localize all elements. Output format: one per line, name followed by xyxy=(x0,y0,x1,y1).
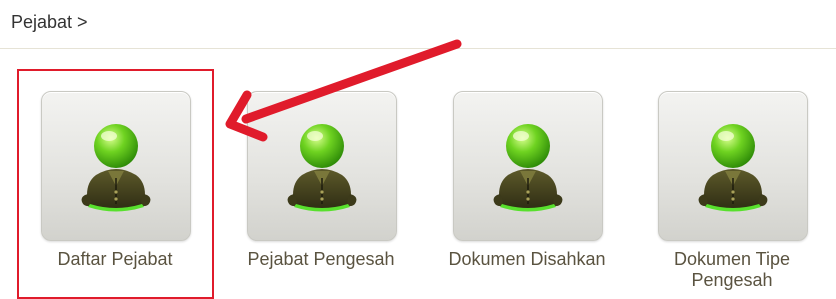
dokumen-tipe-pengesah-tile[interactable] xyxy=(658,91,808,241)
user-officer-icon xyxy=(695,120,771,212)
dokumen-disahkan-tile[interactable] xyxy=(453,91,603,241)
breadcrumb[interactable]: Pejabat > xyxy=(11,12,88,33)
user-officer-icon xyxy=(490,120,566,212)
dokumen-tipe-pengesah-label[interactable]: Dokumen Tipe Pengesah xyxy=(634,249,830,291)
dokumen-disahkan-label[interactable]: Dokumen Disahkan xyxy=(429,249,625,270)
user-officer-icon xyxy=(284,120,360,212)
divider xyxy=(0,48,836,49)
pejabat-pengesah-tile[interactable] xyxy=(247,91,397,241)
highlight-box xyxy=(17,69,214,299)
pejabat-pengesah-label[interactable]: Pejabat Pengesah xyxy=(223,249,419,270)
